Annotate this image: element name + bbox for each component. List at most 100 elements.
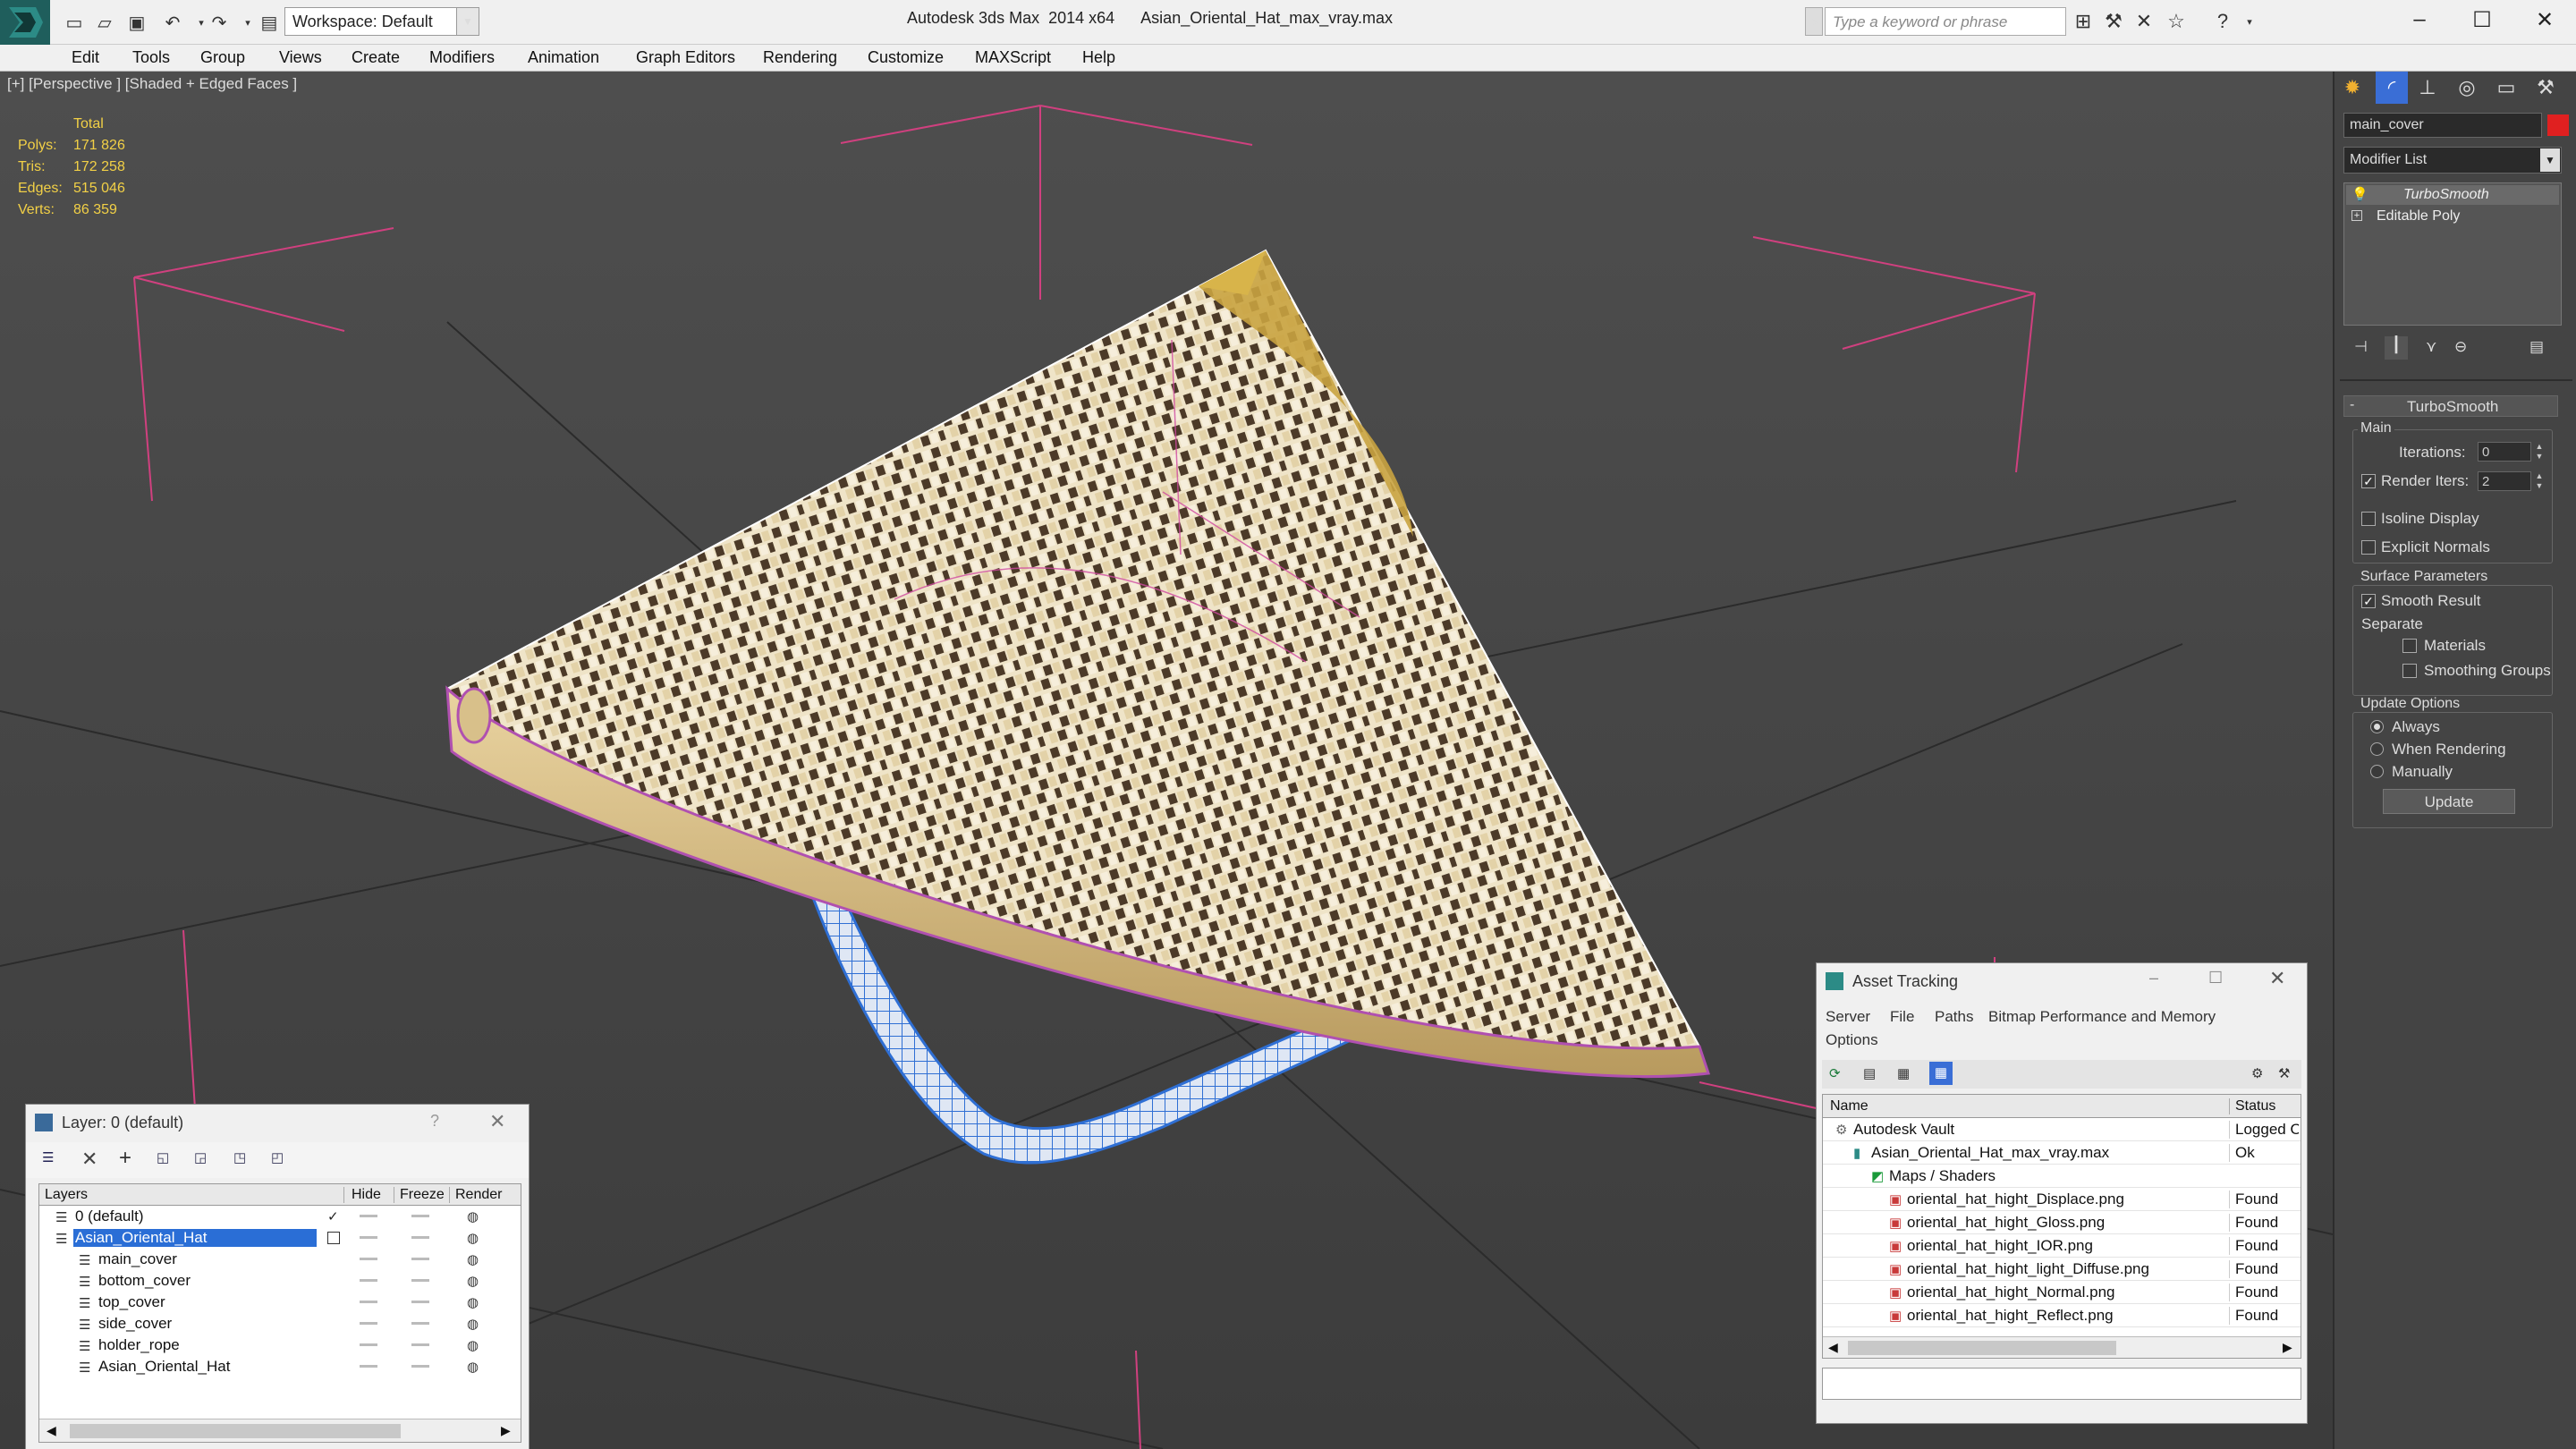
scroll-right-icon[interactable]: ▶ bbox=[501, 1423, 511, 1438]
freeze-toggle-icon[interactable] bbox=[411, 1343, 429, 1346]
expand-plus-icon[interactable]: + bbox=[2351, 210, 2362, 221]
delete-layer-icon[interactable]: ✕ bbox=[81, 1148, 97, 1171]
redo-dropdown-icon[interactable]: ▾ bbox=[236, 11, 259, 34]
layer-row[interactable]: ☰ top_cover ◍ bbox=[39, 1292, 521, 1313]
col-layers[interactable]: Layers bbox=[45, 1187, 88, 1203]
freeze-toggle-icon[interactable] bbox=[411, 1258, 429, 1260]
configure-sets-icon[interactable]: ▤ bbox=[2529, 338, 2544, 356]
project-folder-icon[interactable]: ▤ bbox=[258, 11, 281, 34]
make-unique-icon[interactable]: ⋎ bbox=[2426, 338, 2436, 356]
layer-name[interactable]: Asian_Oriental_Hat bbox=[73, 1229, 317, 1247]
help-icon[interactable]: ? bbox=[2209, 9, 2236, 34]
viewport-label[interactable]: [+] [Perspective ] [Shaded + Edged Faces… bbox=[7, 75, 297, 93]
freeze-toggle-icon[interactable] bbox=[411, 1215, 429, 1217]
utilities-tab-icon[interactable]: ⚒ bbox=[2529, 72, 2562, 104]
asset-row[interactable]: ▣ oriental_hat_hight_Gloss.png Found bbox=[1823, 1211, 2301, 1234]
asset-minimize-button[interactable]: – bbox=[2149, 969, 2158, 987]
scroll-left-icon[interactable]: ◀ bbox=[1828, 1340, 1838, 1355]
scroll-right-icon[interactable]: ▶ bbox=[2283, 1340, 2292, 1355]
modifier-dropdown-arrow-icon[interactable]: ▼ bbox=[2540, 148, 2560, 172]
render-teapot-icon[interactable]: ◍ bbox=[467, 1251, 479, 1267]
hide-toggle-icon[interactable] bbox=[360, 1365, 377, 1368]
save-file-icon[interactable]: ▣ bbox=[125, 11, 148, 34]
modify-tab-icon[interactable]: ◜ bbox=[2376, 72, 2408, 104]
asset-scrollbar[interactable]: ◀ ▶ bbox=[1823, 1336, 2301, 1358]
menu-maxscript[interactable]: MAXScript bbox=[975, 45, 1051, 72]
active-layer-check-icon[interactable]: ✓ bbox=[327, 1208, 339, 1224]
hide-toggle-icon[interactable] bbox=[360, 1258, 377, 1260]
asset-row[interactable]: ▣ oriental_hat_hight_IOR.png Found bbox=[1823, 1234, 2301, 1258]
stack-item-editable-poly[interactable]: + Editable Poly bbox=[2346, 207, 2559, 226]
freeze-toggle-icon[interactable] bbox=[411, 1301, 429, 1303]
iterations-spinner[interactable]: 0 bbox=[2478, 442, 2531, 462]
scroll-thumb[interactable] bbox=[70, 1424, 401, 1438]
freeze-toggle-icon[interactable] bbox=[411, 1279, 429, 1282]
object-name-field[interactable]: main_cover bbox=[2343, 113, 2542, 138]
manually-radio[interactable] bbox=[2370, 765, 2384, 778]
list-view-icon[interactable]: ▤ bbox=[1863, 1065, 1876, 1081]
modifier-list-dropdown[interactable]: Modifier List bbox=[2343, 147, 2562, 174]
layer-row[interactable]: ☰ Asian_Oriental_Hat ◍ bbox=[39, 1356, 521, 1377]
layer-close-button[interactable]: ✕ bbox=[489, 1110, 505, 1133]
render-teapot-icon[interactable]: ◍ bbox=[467, 1316, 479, 1332]
create-tab-icon[interactable]: ✹ bbox=[2336, 72, 2368, 104]
workspace-dropdown[interactable]: Workspace: Default bbox=[284, 7, 472, 36]
render-teapot-icon[interactable]: ◍ bbox=[467, 1273, 479, 1289]
hide-toggle-icon[interactable] bbox=[360, 1236, 377, 1239]
asset-row[interactable]: ▮ Asian_Oriental_Hat_max_vray.max Ok bbox=[1823, 1141, 2301, 1165]
freeze-toggle-icon[interactable] bbox=[411, 1236, 429, 1239]
layer-row[interactable]: ☰ side_cover ◍ bbox=[39, 1313, 521, 1335]
asset-menu-paths[interactable]: Paths bbox=[1935, 1008, 1973, 1026]
asset-path-field[interactable] bbox=[1822, 1368, 2301, 1400]
layer-scrollbar[interactable]: ◀ ▶ bbox=[39, 1419, 521, 1442]
menu-edit[interactable]: Edit bbox=[72, 45, 99, 72]
app-logo-icon[interactable] bbox=[0, 0, 50, 45]
highlight-layer-icon[interactable]: ◲ bbox=[194, 1149, 207, 1165]
menu-customize[interactable]: Customize bbox=[868, 45, 944, 72]
menu-rendering[interactable]: Rendering bbox=[763, 45, 837, 72]
subscription-icon[interactable]: ⚒ bbox=[2100, 9, 2127, 34]
menu-create[interactable]: Create bbox=[352, 45, 400, 72]
motion-tab-icon[interactable]: ◎ bbox=[2451, 72, 2483, 104]
asset-maximize-button[interactable]: ☐ bbox=[2208, 969, 2223, 987]
asset-menu-bitmap-performance[interactable]: Bitmap Performance and Memory bbox=[1988, 1008, 2216, 1026]
undo-icon[interactable]: ↶ bbox=[161, 11, 184, 34]
asset-row[interactable]: ▣ oriental_hat_hight_Normal.png Found bbox=[1823, 1281, 2301, 1304]
layer-name[interactable]: Asian_Oriental_Hat bbox=[97, 1358, 329, 1376]
smooth-result-checkbox[interactable]: ✓ bbox=[2361, 594, 2376, 608]
turbosmooth-rollout-header[interactable]: - TurboSmooth bbox=[2343, 395, 2558, 417]
layer-row[interactable]: ☰ holder_rope ◍ bbox=[39, 1335, 521, 1356]
layer-name[interactable]: top_cover bbox=[97, 1293, 329, 1311]
render-teapot-icon[interactable]: ◍ bbox=[467, 1230, 479, 1246]
remove-modifier-icon[interactable]: ⊖ bbox=[2454, 338, 2467, 356]
new-layer-icon[interactable]: ☰ bbox=[42, 1149, 54, 1165]
scroll-thumb[interactable] bbox=[1848, 1341, 2116, 1355]
col-hide[interactable]: Hide bbox=[343, 1187, 381, 1203]
favorites-star-icon[interactable]: ☆ bbox=[2163, 9, 2190, 34]
update-button[interactable]: Update bbox=[2383, 789, 2515, 814]
render-teapot-icon[interactable]: ◍ bbox=[467, 1294, 479, 1310]
layer-row[interactable]: ☰ main_cover ◍ bbox=[39, 1249, 521, 1270]
asset-menu-file[interactable]: File bbox=[1890, 1008, 1914, 1026]
hide-toggle-icon[interactable] bbox=[360, 1301, 377, 1303]
asset-row[interactable]: ▣ oriental_hat_hight_Reflect.png Found bbox=[1823, 1304, 2301, 1327]
select-objects-icon[interactable]: ◱ bbox=[157, 1149, 169, 1165]
lightbulb-icon[interactable]: 💡 bbox=[2351, 186, 2368, 202]
render-iters-spinner[interactable]: 2 bbox=[2478, 471, 2531, 491]
menu-graph-editors[interactable]: Graph Editors bbox=[636, 45, 735, 72]
asset-row[interactable]: ▣ oriental_hat_hight_light_Diffuse.png Fou… bbox=[1823, 1258, 2301, 1281]
spinner-arrows-icon[interactable]: ▲ ▼ bbox=[2533, 471, 2546, 491]
hide-toggle-icon[interactable] bbox=[360, 1322, 377, 1325]
isoline-display-checkbox[interactable] bbox=[2361, 512, 2376, 526]
layer-name[interactable]: 0 (default) bbox=[73, 1208, 306, 1225]
asset-menu-server[interactable]: Server bbox=[1826, 1008, 1870, 1026]
display-tab-icon[interactable]: ▭ bbox=[2490, 72, 2522, 104]
render-teapot-icon[interactable]: ◍ bbox=[467, 1337, 479, 1353]
menu-group[interactable]: Group bbox=[200, 45, 245, 72]
pin-stack-icon[interactable]: ⊣ bbox=[2354, 338, 2368, 356]
communication-icon[interactable]: ✕ bbox=[2131, 9, 2157, 34]
col-render[interactable]: Render bbox=[449, 1187, 502, 1203]
col-name[interactable]: Name bbox=[1830, 1098, 1868, 1114]
layer-name[interactable]: holder_rope bbox=[97, 1336, 329, 1354]
menu-modifiers[interactable]: Modifiers bbox=[429, 45, 495, 72]
